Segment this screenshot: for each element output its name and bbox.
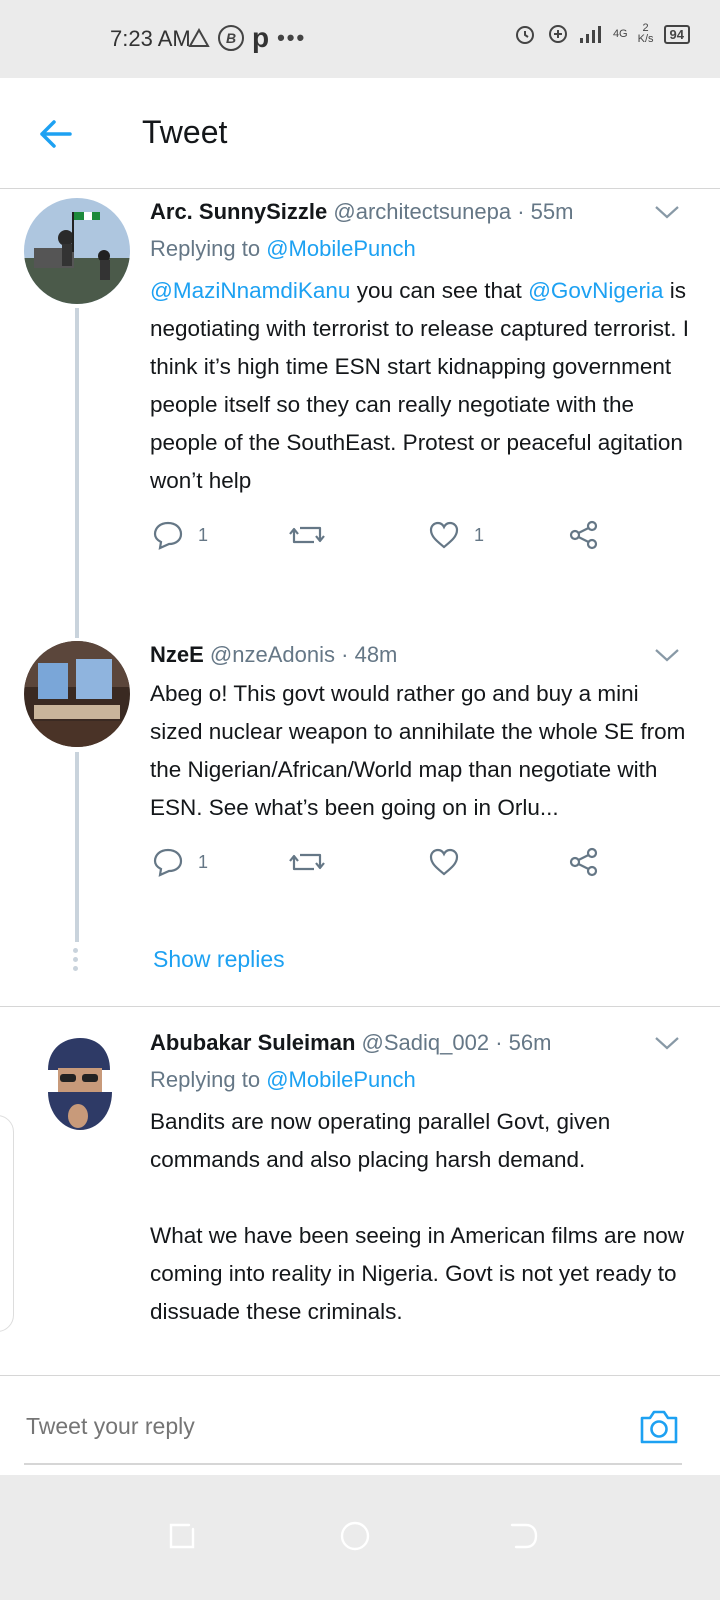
tweet-body: NzeE @nzeAdonis · 48m Abeg o! This govt …	[150, 641, 695, 887]
mention-link[interactable]: @MobilePunch	[266, 1067, 416, 1092]
signal-icon	[579, 26, 601, 43]
display-name[interactable]: Abubakar Suleiman	[150, 1030, 355, 1055]
like-button[interactable]	[428, 847, 474, 877]
thread-line	[75, 308, 79, 638]
tweet-header: Arc. SunnySizzle @architectsunepa · 55m	[150, 198, 695, 226]
tweet-text: Bandits are now operating parallel Govt,…	[150, 1103, 695, 1331]
avatar[interactable]	[24, 198, 130, 304]
show-replies-link[interactable]: Show replies	[153, 946, 285, 973]
app-header: Tweet	[0, 78, 720, 189]
thread-dots	[73, 948, 79, 975]
avatar[interactable]	[24, 1030, 130, 1136]
alarm-icon	[515, 26, 534, 44]
tweet-header: NzeE @nzeAdonis · 48m	[150, 641, 695, 669]
tweet-header: Abubakar Suleiman @Sadiq_002 · 56m	[150, 1029, 695, 1057]
reply-icon	[153, 521, 183, 550]
display-name[interactable]: NzeE	[150, 642, 204, 667]
status-right-icons: 4G 2 K/s 94	[513, 22, 690, 46]
reply-underline	[24, 1463, 682, 1465]
recent-apps-icon[interactable]	[165, 1519, 199, 1553]
user-handle[interactable]: @nzeAdonis	[210, 642, 335, 667]
separator-dot: ·	[495, 1030, 503, 1055]
circle-b-icon: B	[218, 25, 244, 51]
tweet-time: 48m	[354, 642, 398, 667]
like-count: 1	[474, 524, 485, 545]
page-title: Tweet	[142, 114, 228, 150]
heart-icon	[429, 521, 459, 549]
mention-link[interactable]: @MobilePunch	[266, 236, 416, 261]
user-handle[interactable]: @architectsunepa	[333, 199, 511, 224]
tweet-actions: 1	[150, 843, 695, 887]
tweet-body: Abubakar Suleiman @Sadiq_002 · 56m Reply…	[150, 1029, 695, 1331]
tweet-paragraph: What we have been seeing in American fil…	[150, 1223, 685, 1324]
mention-link[interactable]: @GovNigeria	[528, 278, 663, 303]
retweet-button[interactable]	[288, 847, 340, 877]
share-button[interactable]	[568, 520, 600, 550]
share-icon	[569, 847, 598, 877]
more-dots-icon: •••	[277, 25, 307, 50]
status-time: 7:23 AM	[110, 26, 191, 51]
reply-button[interactable]: 1	[152, 520, 208, 550]
status-bar: 7:23 AM B p ••• 4G 2 K/s 94	[0, 0, 720, 78]
data-saver-icon	[548, 25, 567, 43]
back-nav-icon[interactable]	[506, 1519, 540, 1553]
replying-to: Replying to @MobilePunch	[150, 236, 416, 261]
reply-count: 1	[198, 524, 209, 545]
back-arrow-icon[interactable]	[36, 114, 76, 154]
display-name[interactable]: Arc. SunnySizzle	[150, 199, 327, 224]
status-left-icons: B p •••	[188, 22, 306, 54]
tweet-text: Abeg o! This govt would rather go and bu…	[150, 681, 686, 820]
reply-button[interactable]: 1	[152, 847, 208, 877]
reply-count: 1	[198, 851, 209, 872]
replying-to: Replying to @MobilePunch	[150, 1067, 416, 1092]
network-type: 4G	[612, 27, 628, 40]
tweet-actions: 1 1	[150, 516, 695, 560]
share-button[interactable]	[568, 847, 600, 877]
divider	[0, 1006, 720, 1007]
chevron-down-icon[interactable]	[654, 647, 680, 663]
battery-icon: 94	[663, 24, 690, 44]
retweet-icon	[289, 526, 325, 544]
mention-link[interactable]: @MaziNnamdiKanu	[150, 278, 350, 303]
warning-triangle-icon	[188, 28, 210, 47]
tweet-time: 55m	[530, 199, 574, 224]
thread-line	[75, 752, 79, 942]
network-speed: 2 K/s	[637, 22, 654, 45]
tweet-paragraph: Bandits are now operating parallel Govt,…	[150, 1109, 611, 1172]
reply-icon	[153, 848, 183, 877]
chevron-down-icon[interactable]	[654, 204, 680, 220]
tweet-body: Arc. SunnySizzle @architectsunepa · 55m …	[150, 198, 695, 560]
reply-input[interactable]	[24, 1412, 588, 1441]
system-nav-bar	[0, 1475, 720, 1600]
share-icon	[569, 520, 598, 550]
retweet-button[interactable]	[288, 520, 340, 550]
p-icon: p	[252, 22, 270, 53]
like-button[interactable]: 1	[428, 520, 484, 550]
reply-bar	[0, 1375, 720, 1476]
retweet-icon	[289, 853, 325, 871]
separator-dot: ·	[341, 642, 349, 667]
separator-dot: ·	[517, 199, 525, 224]
avatar[interactable]	[24, 641, 130, 747]
heart-icon	[429, 848, 459, 876]
home-icon[interactable]	[338, 1519, 372, 1553]
user-handle[interactable]: @Sadiq_002	[362, 1030, 490, 1055]
camera-icon[interactable]	[638, 1406, 680, 1446]
tweet-time: 56m	[508, 1030, 552, 1055]
tweet-text: @MaziNnamdiKanu you can see that @GovNig…	[150, 278, 690, 493]
floating-side-tab[interactable]	[0, 1115, 14, 1332]
chevron-down-icon[interactable]	[654, 1035, 680, 1051]
